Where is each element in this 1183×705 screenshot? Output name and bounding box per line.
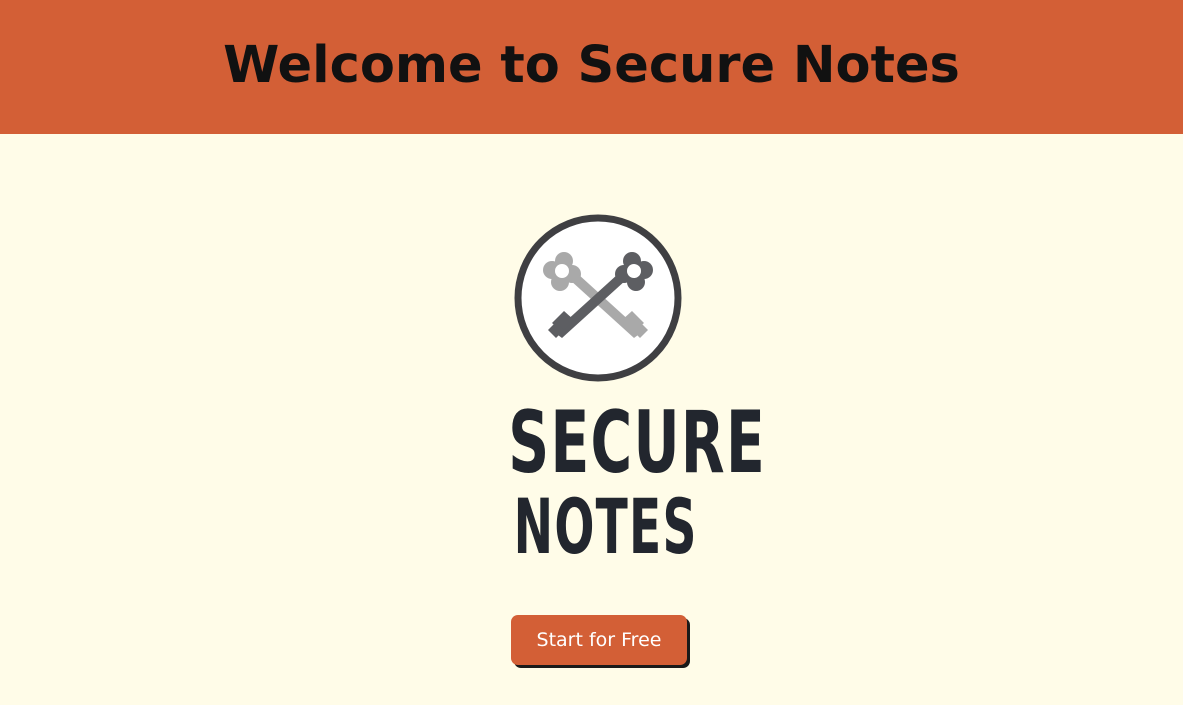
crossed-keys-icon — [514, 214, 682, 382]
page-header: Welcome to Secure Notes — [0, 0, 1183, 134]
secure-notes-logo: SECURE NOTES — [462, 214, 767, 565]
main-content: SECURE NOTES Start for Free — [0, 134, 1183, 705]
logo-wordmark-line2: NOTES — [513, 482, 698, 571]
start-for-free-button[interactable]: Start for Free — [511, 615, 687, 665]
page-title: Welcome to Secure Notes — [223, 35, 960, 95]
logo-wordmark-line1: SECURE — [508, 393, 767, 493]
